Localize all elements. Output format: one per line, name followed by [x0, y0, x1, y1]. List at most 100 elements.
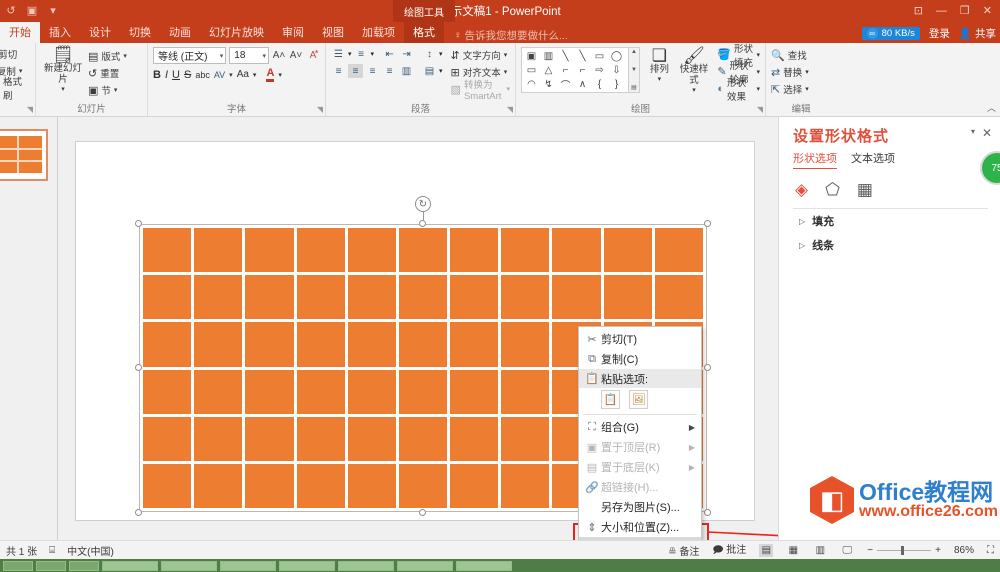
resize-handle-nw[interactable]: [135, 220, 142, 227]
section-button[interactable]: ▣ 节 ▾: [88, 82, 127, 98]
grid-cell[interactable]: [297, 275, 345, 319]
context-menu-item-copy[interactable]: ⧉ 复制(C): [579, 349, 701, 369]
taskbar-item[interactable]: [102, 561, 158, 571]
grid-cell[interactable]: [399, 417, 447, 461]
grid-cell[interactable]: [604, 228, 652, 272]
grid-cell[interactable]: [245, 464, 293, 508]
grid-cell[interactable]: [501, 417, 549, 461]
context-menu-item-save-as-picture[interactable]: 另存为图片(S)...: [579, 497, 701, 517]
shape-effects-button[interactable]: ◐ 形状效果 ▾: [717, 81, 760, 96]
context-menu-item-hyperlink[interactable]: 🔗 超链接(H)...: [579, 477, 701, 497]
grid-cell[interactable]: [348, 464, 396, 508]
bold-button[interactable]: B: [153, 69, 161, 81]
grid-cell[interactable]: [450, 417, 498, 461]
cut-button[interactable]: ✂ 剪切: [0, 46, 30, 62]
shape-line-arrow-icon[interactable]: ╲: [574, 49, 591, 63]
tab-slideshow[interactable]: 幻灯片放映: [200, 22, 273, 43]
language-icon[interactable]: ⌸: [49, 545, 55, 556]
grid-cell[interactable]: [399, 275, 447, 319]
grid-cell[interactable]: [143, 370, 191, 414]
save-icon[interactable]: ▣: [25, 4, 39, 18]
underline-button[interactable]: U: [172, 69, 180, 81]
restore-icon[interactable]: ❐: [960, 6, 970, 17]
status-badge[interactable]: 75: [980, 151, 1000, 185]
shapes-gallery[interactable]: ▣ ▥ ╲ ╲ ▭ ◯ ▭ △ ⌐ ⌐ ⇨ ⇩ ◠ ↯ ⌒: [521, 47, 629, 93]
slideshow-icon[interactable]: 🖵: [840, 544, 854, 557]
tab-text-options[interactable]: 文本选项: [851, 150, 895, 169]
fill-line-icon[interactable]: ◈: [795, 181, 808, 198]
grid-cell[interactable]: [399, 370, 447, 414]
grid-cell[interactable]: [143, 417, 191, 461]
customize-qat-icon[interactable]: ▾: [46, 4, 60, 18]
grid-cell[interactable]: [194, 322, 242, 366]
strikethrough-button[interactable]: abc: [195, 70, 210, 80]
shape-right-arrow-icon[interactable]: ⇨: [591, 63, 608, 77]
grid-cell[interactable]: [348, 228, 396, 272]
grid-cell[interactable]: [297, 228, 345, 272]
grid-cell[interactable]: [348, 322, 396, 366]
numbering-icon[interactable]: ≡: [354, 47, 369, 61]
replace-button[interactable]: ⇄ 替换 ▾: [771, 64, 831, 80]
resize-handle-sw[interactable]: [135, 509, 142, 516]
tab-addins[interactable]: 加载项: [353, 22, 404, 43]
grid-cell[interactable]: [450, 228, 498, 272]
decrease-font-size-icon[interactable]: A˅: [289, 48, 303, 63]
slide-editing-pane[interactable]: ↻ 设置格式: [58, 117, 778, 540]
taskbar-item[interactable]: [36, 561, 66, 571]
arrange-button[interactable]: ❏ 排列 ▾: [644, 47, 675, 84]
resize-handle-w[interactable]: [135, 364, 142, 371]
chevron-up-icon[interactable]: ︿: [987, 101, 996, 114]
grid-cell[interactable]: [450, 464, 498, 508]
shape-left-brace-icon[interactable]: {: [591, 77, 608, 91]
grid-cell[interactable]: [655, 228, 703, 272]
tab-transitions[interactable]: 切换: [120, 22, 160, 43]
zoom-slider[interactable]: − +: [867, 545, 941, 556]
reading-view-icon[interactable]: ▥: [813, 544, 827, 557]
grid-cell[interactable]: [143, 322, 191, 366]
shape-rectangle-icon[interactable]: ▭: [591, 49, 608, 63]
signin-link[interactable]: 登录: [929, 26, 950, 41]
grid-cell[interactable]: [245, 322, 293, 366]
shape-arc-icon[interactable]: ◠: [523, 77, 540, 91]
shape-textbox-icon[interactable]: ▣: [523, 49, 540, 63]
taskbar-item[interactable]: [69, 561, 99, 571]
grid-cell[interactable]: [194, 464, 242, 508]
grid-cell[interactable]: [399, 228, 447, 272]
align-left-icon[interactable]: ≡: [331, 64, 346, 78]
columns-icon[interactable]: ▤: [422, 64, 437, 78]
tab-insert[interactable]: 插入: [40, 22, 80, 43]
grid-cell[interactable]: [501, 275, 549, 319]
select-button[interactable]: ⇱ 选择 ▾: [771, 81, 831, 97]
shape-rounded-rect-icon[interactable]: ▭: [523, 63, 540, 77]
grid-cell[interactable]: [245, 370, 293, 414]
language-label[interactable]: 中文(中国): [67, 543, 114, 558]
tab-home[interactable]: 开始: [0, 22, 40, 43]
bullets-icon[interactable]: ☰: [331, 47, 346, 61]
taskbar-item[interactable]: [456, 561, 512, 571]
grid-cell[interactable]: [194, 275, 242, 319]
comments-button[interactable]: 🗩 批注: [712, 541, 746, 560]
justify-icon[interactable]: ≡: [382, 64, 397, 78]
grid-cell[interactable]: [297, 417, 345, 461]
context-menu-item-send-to-back[interactable]: ▤ 置于底层(K) ▶: [579, 457, 701, 477]
layout-button[interactable]: ▤ 版式 ▾: [88, 48, 127, 64]
shape-triangle-icon[interactable]: △: [540, 63, 557, 77]
slide-thumbnail-1[interactable]: [0, 129, 48, 181]
grid-cell[interactable]: [348, 370, 396, 414]
paragraph-dialog-launcher[interactable]: ◥: [507, 105, 513, 114]
shape-vertical-textbox-icon[interactable]: ▥: [540, 49, 557, 63]
align-center-icon[interactable]: ≡: [348, 64, 363, 78]
close-icon[interactable]: ✕: [983, 6, 992, 17]
zoom-in-icon[interactable]: +: [935, 545, 941, 556]
slide-sorter-icon[interactable]: ▦: [786, 544, 800, 557]
find-button[interactable]: 🔍 查找: [771, 47, 831, 63]
change-case-button[interactable]: Aa: [237, 69, 249, 80]
grid-cell[interactable]: [194, 370, 242, 414]
font-dialog-launcher[interactable]: ◥: [317, 105, 323, 114]
shape-line-icon[interactable]: ╲: [557, 49, 574, 63]
shape-oval-icon[interactable]: ◯: [608, 49, 625, 63]
tab-shape-options[interactable]: 形状选项: [793, 150, 837, 169]
decrease-indent-icon[interactable]: ⇤: [382, 47, 397, 61]
grid-cell[interactable]: [552, 228, 600, 272]
network-speed-badge[interactable]: ∞ 80 KB/s: [862, 27, 920, 40]
